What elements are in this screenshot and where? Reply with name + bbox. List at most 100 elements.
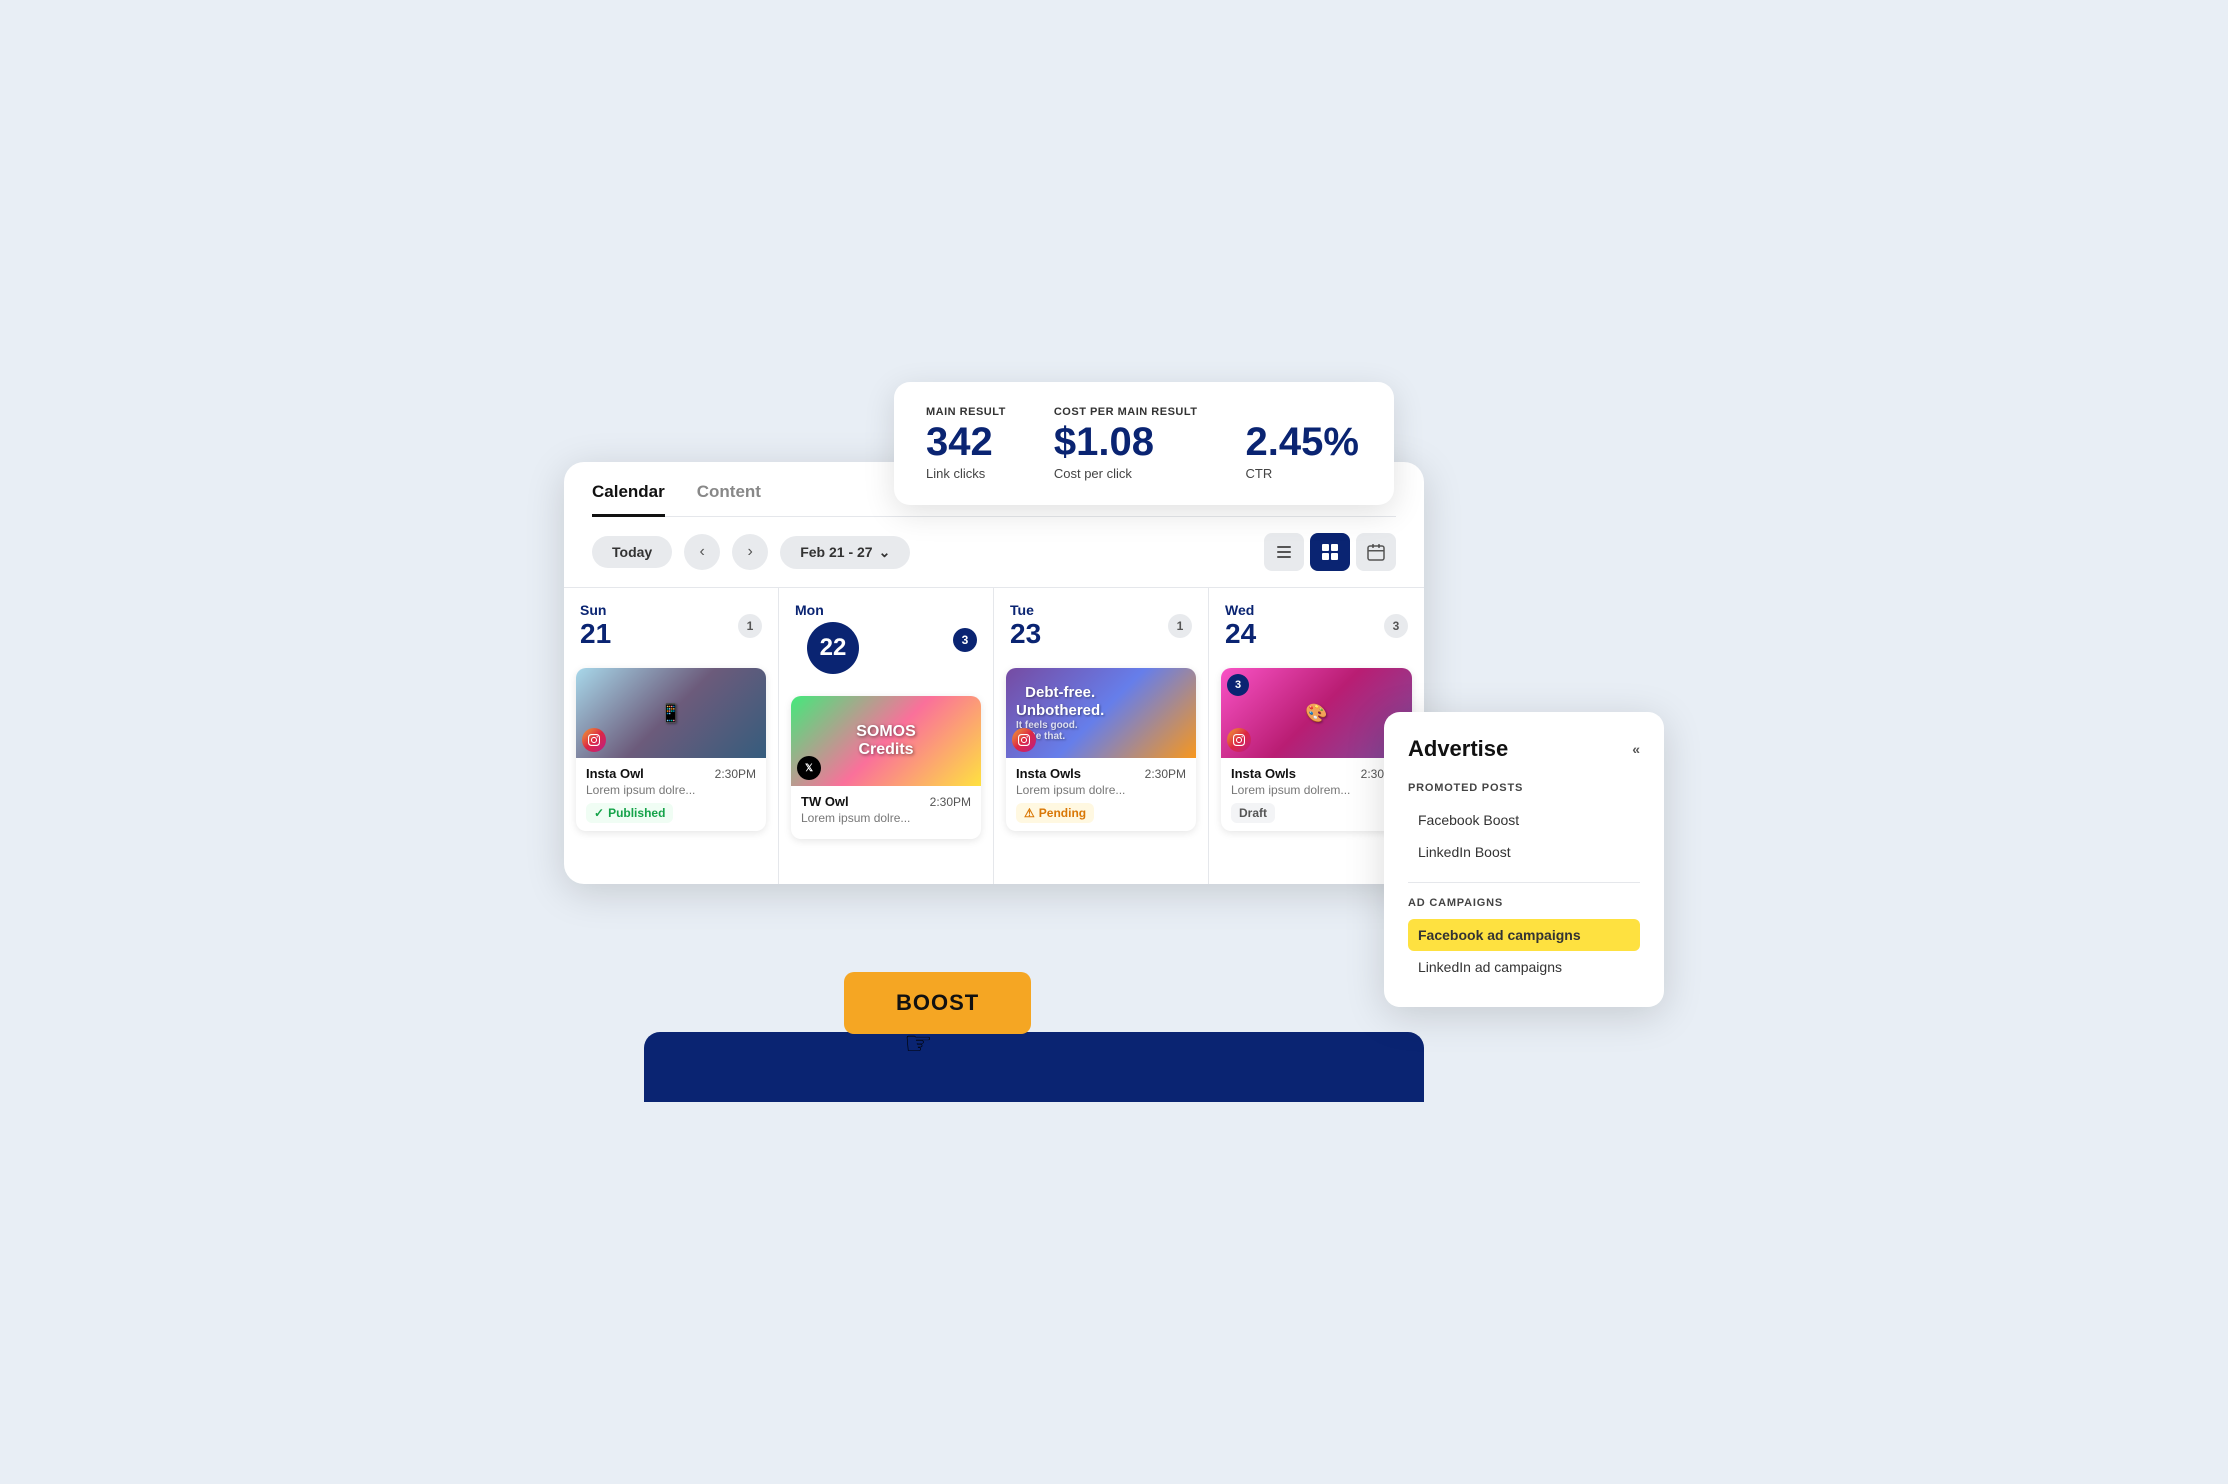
view-btn-group (1264, 533, 1396, 571)
wed-name: Wed (1225, 602, 1256, 618)
post-desc-tue: Lorem ipsum dolre... (1016, 783, 1186, 797)
day-column-tue: Tue 23 1 Debt-free.Unbothered. It feels … (994, 588, 1209, 884)
main-result-label: MAIN RESULT (926, 406, 1006, 418)
check-icon: ✓ (594, 806, 604, 820)
twitter-icon-mon: 𝕏 (797, 756, 821, 780)
post-badge-wed: 3 (1227, 674, 1249, 696)
main-result-value: 342 (926, 422, 1006, 462)
wed-info: Wed 24 (1225, 602, 1376, 650)
post-title-row-wed: Insta Owls 2:30PM (1231, 766, 1402, 781)
wed-number: 24 (1225, 618, 1256, 650)
post-card-sun-1[interactable]: 📱 Insta Owl 2:30PM Lorem ipsum dolre... (576, 668, 766, 831)
post-desc-wed: Lorem ipsum dolrem... (1231, 783, 1402, 797)
date-range-text: Feb 21 - 27 (800, 544, 872, 560)
prev-button[interactable]: ‹ (684, 534, 720, 570)
calendar-grid: Sun 21 1 📱 (564, 587, 1424, 884)
cost-sublabel: Cost per click (1054, 466, 1198, 481)
grid-icon (1321, 543, 1339, 561)
tab-calendar[interactable]: Calendar (592, 482, 665, 517)
sun-badge: 1 (738, 614, 762, 638)
calendar-view-button[interactable] (1356, 533, 1396, 571)
status-badge-wed: Draft (1231, 803, 1275, 823)
collapse-button[interactable]: « (1632, 741, 1640, 757)
facebook-boost-item[interactable]: Facebook Boost (1408, 804, 1640, 836)
calendar-card: Calendar Content Today ‹ › Feb 21 - 27 ⌄ (564, 462, 1424, 884)
day-header-mon: Mon 22 3 (779, 588, 993, 684)
sun-number: 21 (580, 618, 611, 650)
post-desc-mon: Lorem ipsum dolre... (801, 811, 971, 825)
tue-number: 23 (1010, 618, 1041, 650)
list-icon (1275, 543, 1293, 561)
ctr-value: 2.45% (1246, 422, 1359, 462)
instagram-icon-sun (582, 728, 606, 752)
sun-info: Sun 21 (580, 602, 730, 650)
post-desc-sun: Lorem ipsum dolre... (586, 783, 756, 797)
post-card-tue-1[interactable]: Debt-free.Unbothered. It feels good.Be t… (1006, 668, 1196, 831)
ctr-sublabel: CTR (1246, 466, 1359, 481)
linkedin-ad-item[interactable]: LinkedIn ad campaigns (1408, 951, 1640, 983)
mon-info: Mon 22 (795, 602, 945, 678)
post-time-mon: 2:30PM (930, 795, 971, 809)
sun-content: 📱 Insta Owl 2:30PM Lorem ipsum dolre... (564, 656, 778, 856)
post-info-sun-1: Insta Owl 2:30PM Lorem ipsum dolre... ✓ … (576, 758, 766, 831)
status-badge-tue: ⚠ Pending (1016, 803, 1094, 823)
tue-content: Debt-free.Unbothered. It feels good.Be t… (994, 656, 1208, 856)
mon-name: Mon (795, 602, 871, 618)
main-result-sublabel: Link clicks (926, 466, 1006, 481)
sun-name: Sun (580, 602, 611, 618)
warning-icon: ⚠ (1024, 806, 1035, 820)
mon-number: 22 (807, 622, 859, 674)
advertise-panel: Advertise « PROMOTED POSTS Facebook Boos… (1384, 712, 1664, 1007)
post-card-mon-1[interactable]: SOMOSCredits 𝕏 TW Owl 2:30PM Lorem ipsum… (791, 696, 981, 839)
day-header-sun: Sun 21 1 (564, 588, 778, 656)
cost-value: $1.08 (1054, 422, 1198, 462)
facebook-ad-item[interactable]: Facebook ad campaigns (1408, 919, 1640, 951)
post-title-row-mon: TW Owl 2:30PM (801, 794, 971, 809)
boost-section: BOOST ☞ (844, 972, 1031, 1062)
wed-badge: 3 (1384, 614, 1408, 638)
instagram-icon-wed (1227, 728, 1251, 752)
list-view-button[interactable] (1264, 533, 1304, 571)
chevron-right-icon: › (748, 543, 753, 561)
tue-badge: 1 (1168, 614, 1192, 638)
calendar-toolbar: Today ‹ › Feb 21 - 27 ⌄ (564, 517, 1424, 587)
linkedin-boost-item[interactable]: LinkedIn Boost (1408, 836, 1640, 868)
day-header-wed: Wed 24 3 (1209, 588, 1424, 656)
tue-name: Tue (1010, 602, 1041, 618)
day-column-sun: Sun 21 1 📱 (564, 588, 779, 884)
today-button[interactable]: Today (592, 536, 672, 568)
day-column-mon: Mon 22 3 SOMOSCredits 𝕏 (779, 588, 994, 884)
post-name-tue: Insta Owls (1016, 766, 1081, 781)
day-header-tue: Tue 23 1 (994, 588, 1208, 656)
mon-content: SOMOSCredits 𝕏 TW Owl 2:30PM Lorem ipsum… (779, 684, 993, 884)
stat-main-result: MAIN RESULT 342 Link clicks (926, 406, 1006, 481)
tue-info: Tue 23 (1010, 602, 1160, 650)
chevron-down-icon: ⌄ (879, 544, 891, 561)
ad-campaigns-label: AD CAMPAIGNS (1408, 897, 1640, 909)
status-badge-sun: ✓ Published (586, 803, 673, 823)
next-button[interactable]: › (732, 534, 768, 570)
post-title-row-sun: Insta Owl 2:30PM (586, 766, 756, 781)
stat-ctr: 2.45% CTR (1246, 406, 1359, 481)
post-time-sun: 2:30PM (715, 767, 756, 781)
stat-cost: COST PER MAIN RESULT $1.08 Cost per clic… (1054, 406, 1198, 481)
date-range-button[interactable]: Feb 21 - 27 ⌄ (780, 536, 910, 569)
post-time-tue: 2:30PM (1145, 767, 1186, 781)
chevron-left-icon: ‹ (700, 543, 705, 561)
post-name-sun: Insta Owl (586, 766, 644, 781)
calendar-icon (1367, 543, 1385, 561)
advertise-title: Advertise (1408, 736, 1508, 762)
tab-content[interactable]: Content (697, 482, 761, 517)
grid-view-button[interactable] (1310, 533, 1350, 571)
post-name-mon: TW Owl (801, 794, 849, 809)
post-name-wed: Insta Owls (1231, 766, 1296, 781)
post-image-sun-1: 📱 (576, 668, 766, 758)
instagram-icon-tue (1012, 728, 1036, 752)
blue-bar (644, 1032, 1424, 1102)
cursor-icon: ☞ (904, 1024, 1031, 1062)
ctr-label-empty (1246, 406, 1359, 418)
mon-badge: 3 (953, 628, 977, 652)
post-info-tue-1: Insta Owls 2:30PM Lorem ipsum dolre... ⚠… (1006, 758, 1196, 831)
post-title-row-tue: Insta Owls 2:30PM (1016, 766, 1186, 781)
divider (1408, 882, 1640, 883)
